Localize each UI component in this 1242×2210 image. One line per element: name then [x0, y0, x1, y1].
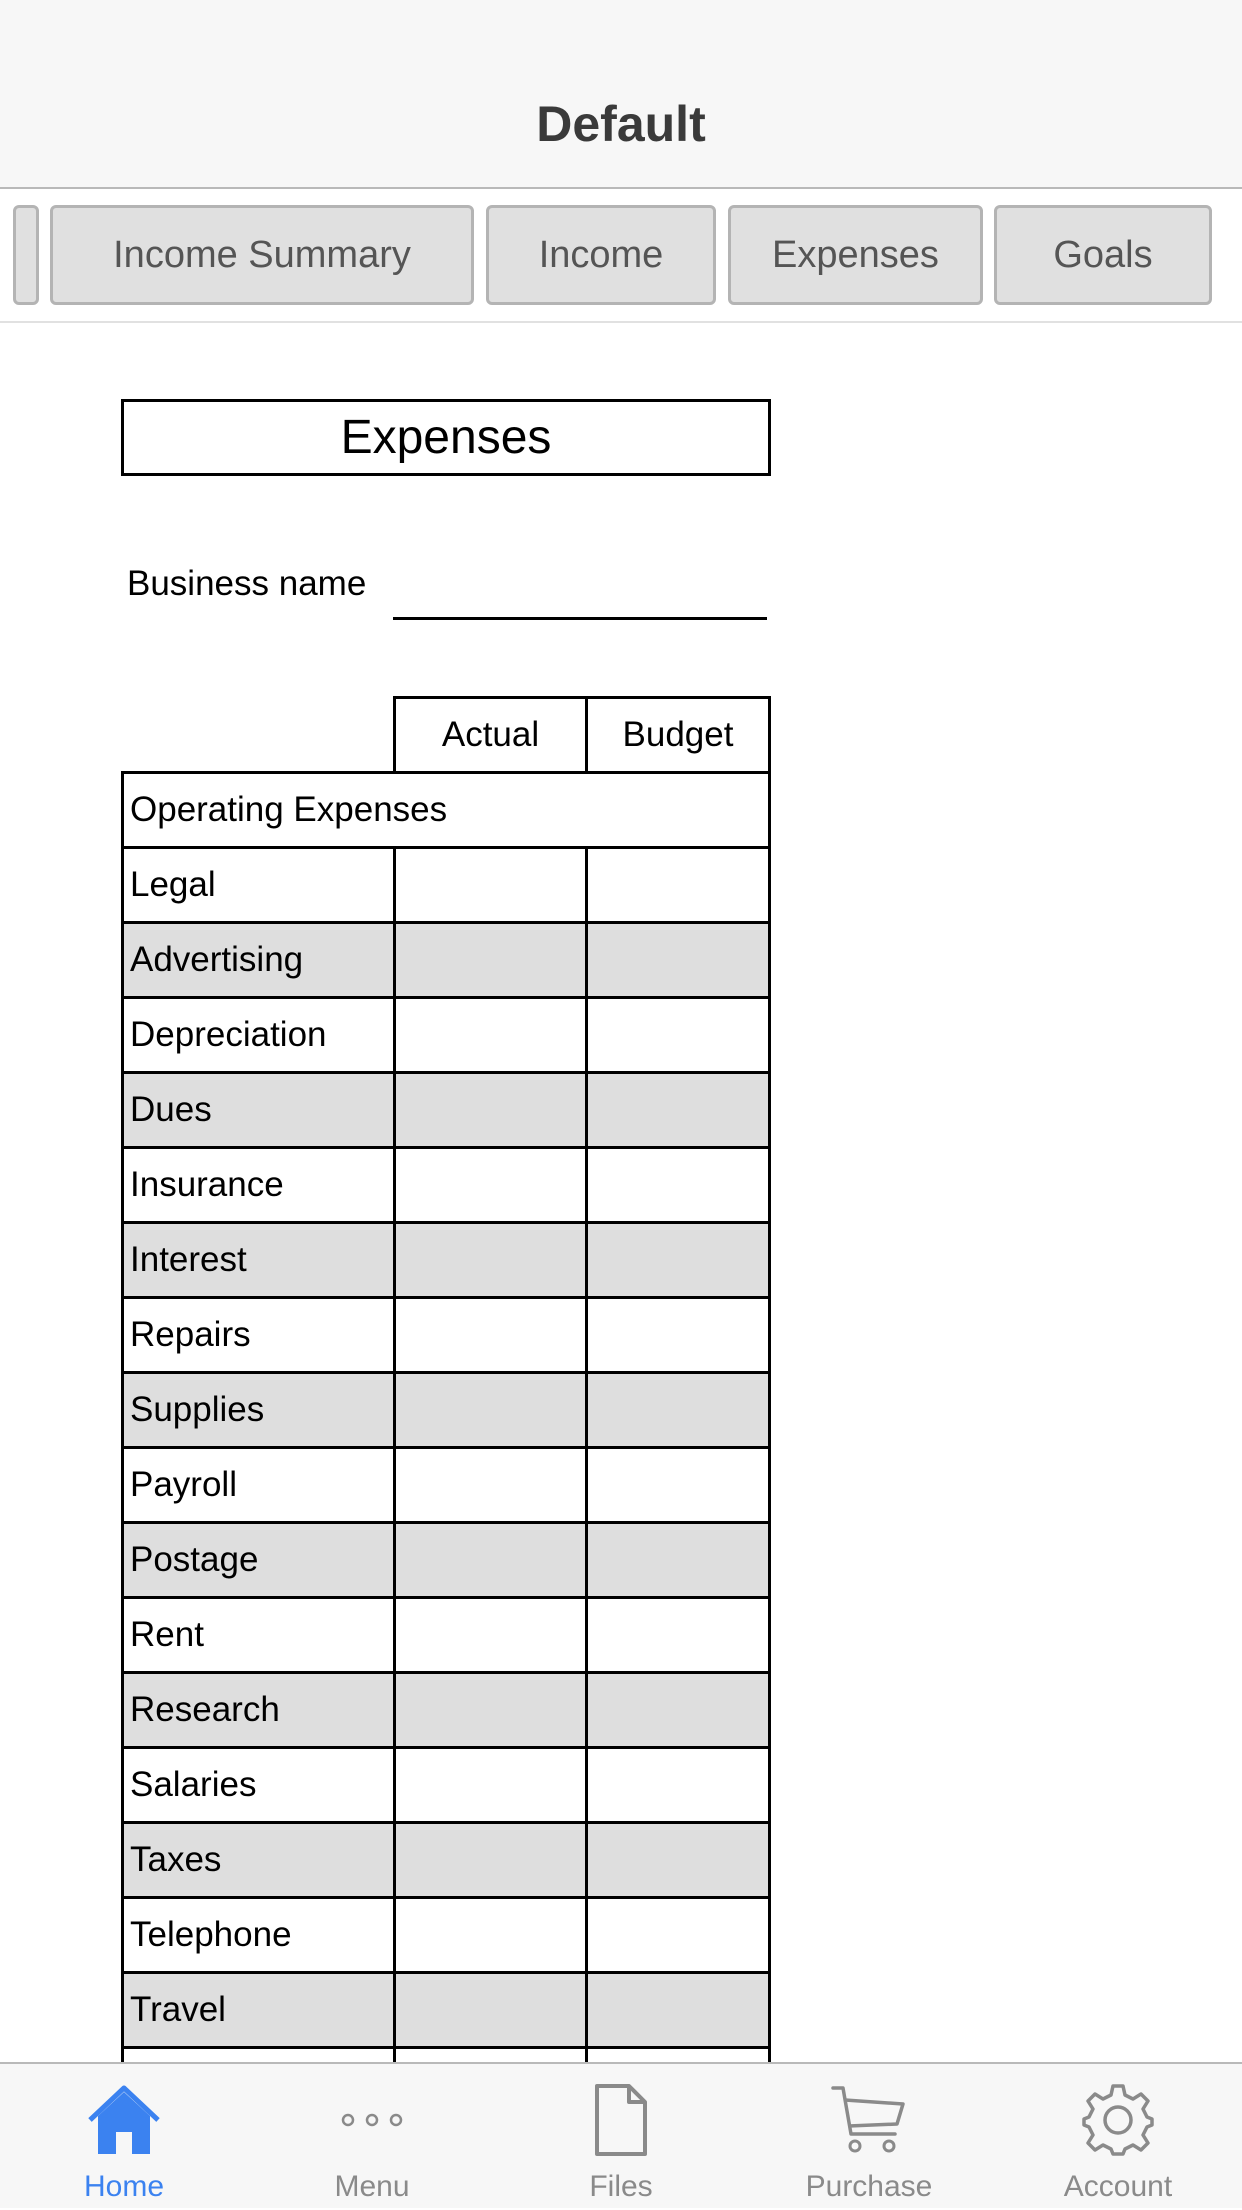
cell-actual[interactable]	[393, 1221, 588, 1299]
tabbar-menu[interactable]: Menu	[248, 2064, 496, 2210]
cell-budget[interactable]	[585, 1821, 771, 1899]
cell-actual[interactable]	[393, 1821, 588, 1899]
cell-budget[interactable]	[585, 921, 771, 999]
business-name-input[interactable]	[393, 560, 767, 620]
tab-expenses[interactable]: Expenses	[728, 205, 983, 305]
row-label: Salaries	[121, 1746, 393, 1824]
tabbar-account[interactable]: Account	[994, 2064, 1242, 2210]
cell-actual[interactable]	[393, 846, 588, 924]
cell-actual[interactable]	[393, 1371, 588, 1449]
more-icon	[334, 2080, 410, 2160]
nav-header: Default	[0, 0, 1242, 189]
cell-actual[interactable]	[393, 1521, 588, 1599]
row-label: Legal	[121, 846, 393, 924]
tabbar-label-purchase: Purchase	[805, 2170, 933, 2203]
row-label: Telephone	[121, 1896, 393, 1974]
business-name-label: Business name	[127, 564, 367, 603]
cell-actual[interactable]	[393, 1596, 588, 1674]
cell-budget[interactable]	[585, 1671, 771, 1749]
tabbar-purchase[interactable]: Purchase	[745, 2064, 993, 2210]
row-label: Advertising	[121, 921, 393, 999]
cell-budget[interactable]	[585, 1296, 771, 1374]
cell-budget[interactable]	[585, 1446, 771, 1524]
column-header-budget: Budget	[585, 696, 771, 774]
tab-goals[interactable]: Goals	[994, 205, 1212, 305]
tab-strip[interactable]: Income Summary Income Expenses Goals	[0, 189, 1242, 323]
column-header-actual: Actual	[393, 696, 588, 774]
row-label: Taxes	[121, 1821, 393, 1899]
cell-actual[interactable]	[393, 2046, 588, 2062]
row-label: Postage	[121, 1521, 393, 1599]
sheet-title: Expenses	[121, 399, 771, 476]
row-label: Supplies	[121, 1371, 393, 1449]
cell-budget[interactable]	[585, 1971, 771, 2049]
row-label: Payroll	[121, 1446, 393, 1524]
page-title: Default	[536, 96, 706, 152]
row-label: Research	[121, 1671, 393, 1749]
row-label: Rent	[121, 1596, 393, 1674]
cell-budget[interactable]	[585, 1746, 771, 1824]
cell-budget[interactable]	[585, 1071, 771, 1149]
cell-actual[interactable]	[393, 1671, 588, 1749]
row-label: Insurance	[121, 1146, 393, 1224]
gear-icon	[1080, 2080, 1156, 2160]
cell-budget[interactable]	[585, 1146, 771, 1224]
tabbar-label-home: Home	[83, 2170, 165, 2203]
cell-budget[interactable]	[585, 1521, 771, 1599]
cell-budget[interactable]	[585, 1896, 771, 1974]
row-label: Travel	[121, 1971, 393, 2049]
cell-budget[interactable]	[585, 2046, 771, 2062]
row-label: Dues	[121, 1071, 393, 1149]
cell-actual[interactable]	[393, 1896, 588, 1974]
file-icon	[583, 2080, 659, 2160]
tab-income[interactable]: Income	[486, 205, 716, 305]
section-header-operating-expenses: Operating Expenses	[121, 771, 771, 849]
cell-budget[interactable]	[585, 1596, 771, 1674]
cell-actual[interactable]	[393, 1971, 588, 2049]
cell-budget[interactable]	[585, 1371, 771, 1449]
row-label: Interest	[121, 1221, 393, 1299]
row-label: Depreciation	[121, 996, 393, 1074]
bottom-tab-bar: Home Menu Files Purchase Account	[0, 2062, 1242, 2208]
row-label-partial	[121, 2046, 393, 2062]
tabbar-label-files: Files	[589, 2170, 653, 2203]
cart-icon	[829, 2080, 909, 2160]
tabbar-files[interactable]: Files	[497, 2064, 745, 2210]
cell-actual[interactable]	[393, 1446, 588, 1524]
cell-actual[interactable]	[393, 921, 588, 999]
home-icon	[86, 2080, 162, 2160]
cell-actual[interactable]	[393, 1146, 588, 1224]
row-label: Repairs	[121, 1296, 393, 1374]
tabbar-home[interactable]: Home	[0, 2064, 248, 2210]
tabbar-label-menu: Menu	[334, 2170, 410, 2203]
tab-previous-partial[interactable]	[13, 205, 39, 305]
cell-budget[interactable]	[585, 1221, 771, 1299]
tabbar-label-account: Account	[1063, 2170, 1173, 2203]
tab-income-summary[interactable]: Income Summary	[50, 205, 474, 305]
cell-actual[interactable]	[393, 996, 588, 1074]
cell-actual[interactable]	[393, 1296, 588, 1374]
cell-budget[interactable]	[585, 996, 771, 1074]
cell-actual[interactable]	[393, 1071, 588, 1149]
cell-actual[interactable]	[393, 1746, 588, 1824]
cell-budget[interactable]	[585, 846, 771, 924]
